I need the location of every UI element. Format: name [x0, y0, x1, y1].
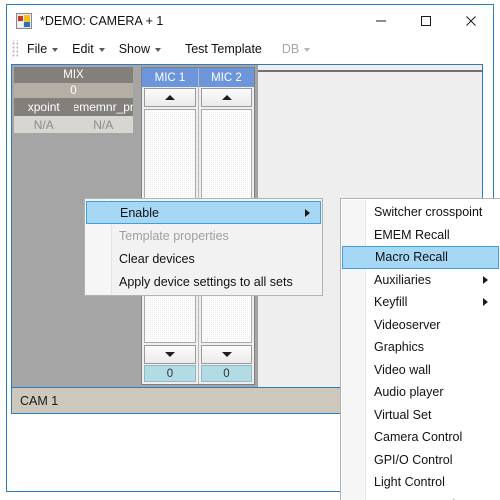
submenu-item-emem-recall[interactable]: EMEM Recall [341, 224, 500, 247]
chevron-right-icon [483, 275, 488, 284]
submenu-item-gpio-control-label: GPI/O Control [374, 452, 453, 467]
window-title: *DEMO: CAMERA + 1 [40, 13, 164, 28]
submenu-item-gpio-control[interactable]: GPI/O Control [341, 449, 500, 472]
chevron-down-icon [98, 47, 105, 52]
menu-test-template[interactable]: Test Template [178, 39, 269, 60]
mix-header: MIX [14, 67, 133, 83]
submenu-item-router-control[interactable]: Router Control [341, 494, 500, 500]
menu-file[interactable]: File [20, 39, 65, 60]
column-value-xpoint: N/A [33, 117, 54, 132]
menu-show-label: Show [118, 41, 150, 56]
chevron-down-icon [154, 47, 161, 52]
submenu-item-camera-control[interactable]: Camera Control [341, 426, 500, 449]
submenu-item-virtual-set[interactable]: Virtual Set [341, 404, 500, 427]
submenu-item-video-wall[interactable]: Video wall [341, 359, 500, 382]
context-menu-item-apply-device-settings-label: Apply device settings to all sets [119, 274, 293, 289]
submenu-item-video-wall-label: Video wall [374, 362, 431, 377]
down-arrow-icon[interactable] [144, 345, 196, 364]
menu-db-label: DB [281, 41, 300, 56]
submenu-item-graphics[interactable]: Graphics [341, 336, 500, 359]
submenu-item-audio-player[interactable]: Audio player [341, 381, 500, 404]
camera-label: CAM 1 [20, 393, 59, 408]
application-window: *DEMO: CAMERA + 1 File Edit Show Test Te… [6, 4, 500, 500]
column-label-xpoint: xpoint [27, 100, 60, 114]
submenu-item-auxiliaries-label: Auxiliaries [374, 272, 431, 287]
submenu-item-keyfill-label: Keyfill [374, 295, 408, 310]
context-menu-item-apply-device-settings[interactable]: Apply device settings to all sets [85, 270, 322, 293]
submenu-item-switcher-crosspoint[interactable]: Switcher crosspoint [341, 201, 500, 224]
submenu-item-virtual-set-label: Virtual Set [374, 407, 432, 422]
window-controls [358, 5, 493, 36]
title-bar: *DEMO: CAMERA + 1 [7, 5, 493, 36]
column-value-row: N/A N/A [14, 116, 133, 133]
menu-grip-handle[interactable] [11, 40, 18, 58]
context-menu-item-clear-devices-label: Clear devices [119, 251, 195, 266]
submenu-item-light-control-label: Light Control [374, 475, 445, 490]
maximize-icon[interactable] [403, 5, 448, 36]
device-header-mic2[interactable]: MIC 2 [199, 68, 254, 87]
menu-show[interactable]: Show [112, 39, 168, 60]
application-form-icon [16, 12, 32, 29]
device-value-mic1[interactable]: 0 [144, 365, 196, 382]
context-menu-item-template-properties-label: Template properties [119, 228, 229, 243]
menu-edit[interactable]: Edit [65, 39, 112, 60]
submenu-item-videoserver-label: Videoserver [374, 317, 441, 332]
down-arrow-icon[interactable] [201, 345, 252, 364]
screenshot-root: *DEMO: CAMERA + 1 File Edit Show Test Te… [0, 0, 500, 500]
menu-edit-label: Edit [72, 41, 94, 56]
minimize-icon[interactable] [358, 5, 403, 36]
submenu-item-macro-recall-label: Macro Recall [375, 250, 448, 265]
column-value-ememnr: N/A [93, 117, 114, 132]
close-icon[interactable] [448, 5, 493, 36]
device-header-mic1[interactable]: MIC 1 [142, 68, 198, 87]
context-menu-item-template-properties: Template properties [85, 224, 322, 247]
submenu-item-keyfill[interactable]: Keyfill [341, 291, 500, 314]
submenu-item-auxiliaries[interactable]: Auxiliaries [341, 269, 500, 292]
context-menu-item-clear-devices[interactable]: Clear devices [85, 247, 322, 270]
submenu-item-audio-player-label: Audio player [374, 385, 444, 400]
chevron-down-icon [304, 47, 311, 52]
submenu-item-camera-control-label: Camera Control [374, 430, 463, 445]
chevron-right-icon [305, 208, 310, 217]
submenu-item-light-control[interactable]: Light Control [341, 471, 500, 494]
chevron-right-icon [483, 298, 488, 307]
menu-test-template-label: Test Template [184, 41, 262, 56]
enable-submenu: Switcher crosspoint EMEM Recall Macro Re… [340, 198, 500, 500]
menu-bar: File Edit Show Test Template DB [7, 36, 493, 62]
context-menu: Enable Template properties Clear devices… [84, 198, 323, 296]
submenu-item-emem-recall-label: EMEM Recall [374, 227, 450, 242]
up-arrow-icon[interactable] [201, 88, 252, 107]
submenu-item-macro-recall[interactable]: Macro Recall [342, 246, 499, 269]
client-area: MIX 0 xpoint ememnr_pr N/A N/A MIC 1 0 M… [7, 62, 500, 500]
mix-value: 0 [14, 83, 133, 98]
menu-db: DB [275, 39, 317, 60]
device-value-mic2[interactable]: 0 [201, 365, 252, 382]
context-menu-item-enable[interactable]: Enable [86, 201, 321, 224]
column-label-ememnr: ememnr_pr [73, 100, 134, 114]
submenu-item-videoserver[interactable]: Videoserver [341, 314, 500, 337]
up-arrow-icon[interactable] [144, 88, 196, 107]
menu-file-label: File [27, 41, 48, 56]
submenu-item-graphics-label: Graphics [374, 340, 425, 355]
column-label-row: xpoint ememnr_pr [14, 98, 133, 116]
context-menu-item-enable-label: Enable [120, 205, 159, 220]
submenu-item-switcher-crosspoint-label: Switcher crosspoint [374, 205, 483, 220]
chevron-down-icon [52, 47, 59, 52]
